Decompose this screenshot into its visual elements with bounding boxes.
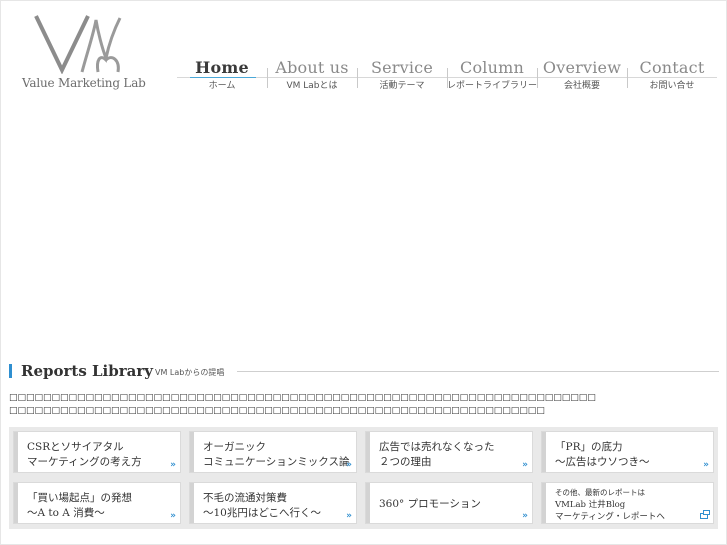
card-edge (14, 483, 18, 523)
report-card-360-promotion[interactable]: 360° プロモーション » (365, 482, 533, 524)
card-line: その他、最新のレポートは (555, 488, 645, 497)
report-card-distribution[interactable]: 不毛の流通対策費 〜10兆円はどこへ行く〜 » (189, 482, 357, 524)
card-line: マーケティング・レポートへ (555, 512, 665, 522)
card-edge (190, 483, 194, 523)
card-line: 〜A to A 消費〜 (27, 507, 105, 519)
double-chevron-right-icon: » (346, 511, 352, 521)
nav-label-en: About us (275, 58, 349, 77)
nav-label-jp: 会社概要 (563, 81, 600, 91)
card-edge (366, 432, 370, 472)
double-chevron-right-icon: » (703, 460, 709, 470)
card-line: 360° プロモーション (379, 498, 481, 510)
double-chevron-right-icon: » (170, 460, 176, 470)
card-line: 〜10兆円はどこへ行く〜 (203, 507, 322, 519)
nav-label-en: Contact (639, 58, 705, 77)
card-edge (366, 483, 370, 523)
section-subtitle: VM Labからの提唱 (155, 368, 225, 377)
card-line: オーガニック (203, 441, 266, 453)
report-card-pr[interactable]: 「PR」の底力 〜広告はウソつき〜 » (541, 431, 714, 473)
section-divider (237, 371, 719, 372)
card-title: 広告では売れなくなった ２つの理由 (379, 440, 495, 470)
nav-label-en: Home (195, 58, 249, 77)
nav-item-contact[interactable]: Contact お問い合せ (627, 58, 717, 92)
double-chevron-right-icon: » (346, 460, 352, 470)
card-line: ２つの理由 (379, 456, 432, 468)
card-line: 広告では売れなくなった (379, 441, 495, 453)
main-nav: Home ホーム About us VM Labとは Service 活動テーマ… (177, 58, 717, 92)
card-line: 「PR」の底力 (555, 441, 623, 453)
double-chevron-right-icon: » (522, 460, 528, 470)
card-title: 「PR」の底力 〜広告はウソつき〜 (555, 440, 650, 470)
intro-line: □□□□□□□□□□□□□□□□□□□□□□□□□□□□□□□□□□□□□□□□… (9, 406, 545, 416)
card-title: CSRとソサイアタル マーケティングの考え方 (27, 440, 142, 470)
double-chevron-right-icon: » (522, 511, 528, 521)
nav-label-en: Overview (542, 58, 622, 77)
card-line: 「買い場起点」の発想 (27, 492, 132, 504)
card-edge (542, 483, 546, 523)
card-line: 不毛の流通対策費 (203, 492, 287, 504)
card-edge (14, 432, 18, 472)
nav-item-about[interactable]: About us VM Labとは (267, 58, 357, 92)
section-marker (9, 364, 12, 378)
card-title: 360° プロモーション (379, 497, 481, 512)
report-card-csr[interactable]: CSRとソサイアタル マーケティングの考え方 » (13, 431, 181, 473)
external-link-icon (700, 510, 710, 519)
double-chevron-right-icon: » (170, 511, 176, 521)
nav-label-en: Column (460, 58, 524, 77)
card-title: オーガニック コミュニケーションミックス論 (203, 440, 349, 470)
section-title: Reports Library (21, 362, 153, 380)
card-line: 〜広告はウソつき〜 (555, 456, 650, 468)
card-line: コミュニケーションミックス論 (203, 456, 350, 468)
nav-label-jp: 活動テーマ (379, 81, 425, 91)
card-edge (542, 432, 546, 472)
report-card-advertising[interactable]: 広告では売れなくなった ２つの理由 » (365, 431, 533, 473)
logo-text: Value Marketing Lab (22, 76, 146, 90)
nav-label-jp: ホーム (208, 81, 236, 91)
nav-label-en: Service (370, 58, 434, 77)
report-card-blog[interactable]: その他、最新のレポートは VMLab 辻井Blog マーケティング・レポートへ (541, 482, 714, 524)
intro-line: □□□□□□□□□□□□□□□□□□□□□□□□□□□□□□□□□□□□□□□□… (9, 393, 596, 403)
card-title: その他、最新のレポートは VMLab 辻井Blog マーケティング・レポートへ (555, 487, 665, 523)
report-card-organic[interactable]: オーガニック コミュニケーションミックス論 » (189, 431, 357, 473)
nav-item-overview[interactable]: Overview 会社概要 (537, 58, 627, 92)
reports-intro: □□□□□□□□□□□□□□□□□□□□□□□□□□□□□□□□□□□□□□□□… (9, 392, 719, 418)
report-grid: CSRとソサイアタル マーケティングの考え方 » オーガニック コミュニケーショ… (9, 427, 718, 529)
report-card-kaiba[interactable]: 「買い場起点」の発想 〜A to A 消費〜 » (13, 482, 181, 524)
nav-item-column[interactable]: Column レポートライブラリー (447, 58, 537, 92)
card-line: CSRとソサイアタル (27, 441, 124, 453)
nav-label-jp: レポートライブラリー (447, 81, 538, 91)
card-edge (190, 432, 194, 472)
card-title: 「買い場起点」の発想 〜A to A 消費〜 (27, 491, 132, 521)
nav-label-jp: お問い合せ (649, 81, 695, 91)
card-line: マーケティングの考え方 (27, 456, 142, 468)
nav-label-jp: VM Labとは (286, 81, 338, 91)
nav-item-home[interactable]: Home ホーム (177, 58, 267, 92)
site-logo[interactable]: Value Marketing Lab (22, 14, 146, 94)
card-title: 不毛の流通対策費 〜10兆円はどこへ行く〜 (203, 491, 321, 521)
nav-item-service[interactable]: Service 活動テーマ (357, 58, 447, 92)
card-line: VMLab 辻井Blog (555, 500, 626, 510)
vm-logo-mark-icon (34, 15, 122, 74)
reports-header: Reports Library VM Labからの提唱 (9, 362, 719, 380)
